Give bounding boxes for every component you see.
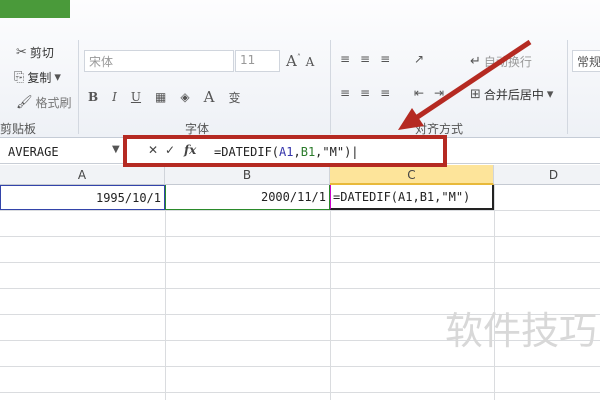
arrow-icon	[398, 39, 532, 130]
